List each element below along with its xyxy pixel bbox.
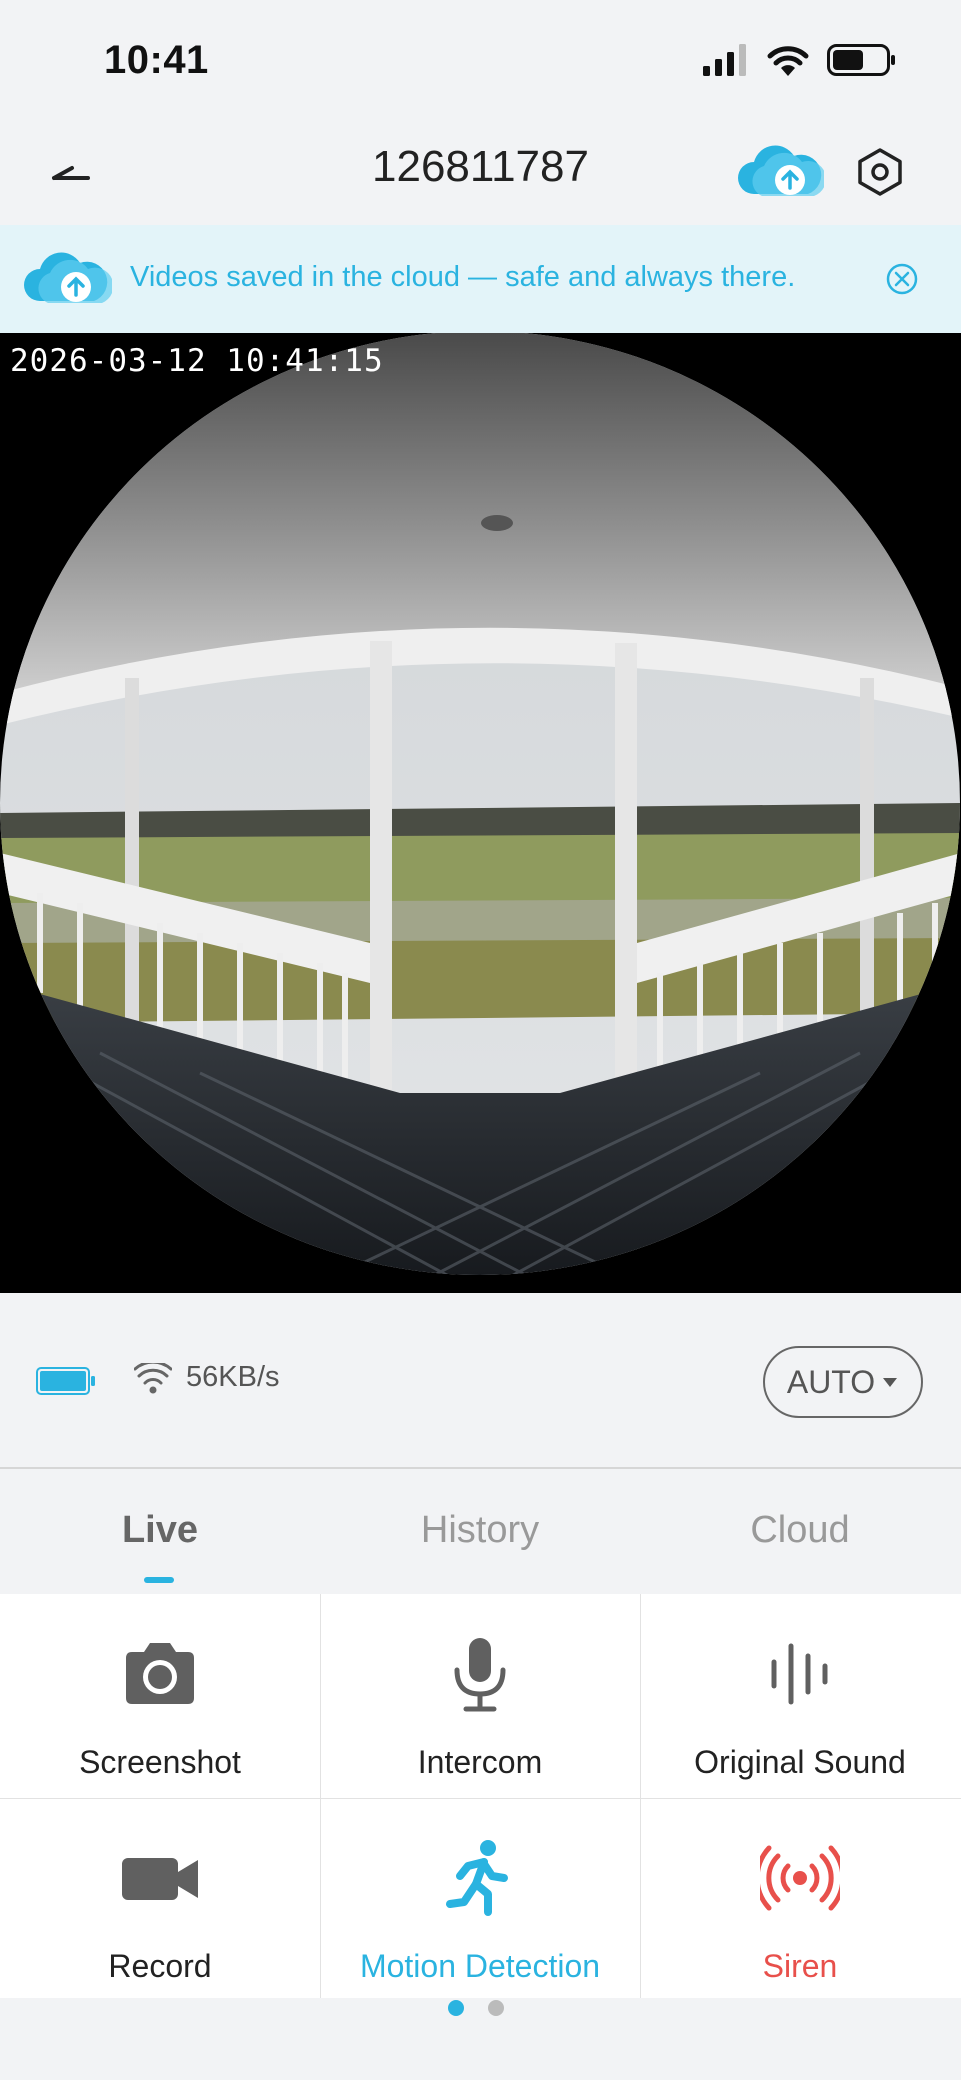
settings-icon[interactable] — [852, 140, 908, 204]
wifi-icon — [767, 46, 809, 76]
control-label: Intercom — [417, 1744, 543, 1780]
control-grid: Screenshot Intercom Original Sound Recor… — [0, 1594, 961, 1998]
control-label: Motion Detection — [359, 1948, 601, 1984]
intercom-button[interactable]: Intercom — [320, 1594, 640, 1798]
cloud-upload-icon[interactable] — [736, 140, 824, 204]
microphone-icon — [454, 1638, 506, 1712]
screenshot-button[interactable]: Screenshot — [0, 1594, 320, 1798]
tab-history[interactable]: History — [320, 1469, 640, 1594]
siren-icon — [760, 1845, 840, 1911]
signal-icon — [703, 44, 746, 76]
tab-cloud[interactable]: Cloud — [640, 1469, 960, 1594]
caret-down-icon — [883, 1378, 898, 1387]
running-person-icon — [446, 1840, 508, 1916]
status-time: 10:41 — [104, 38, 209, 82]
siren-button[interactable]: Siren — [640, 1798, 960, 2002]
page-dot[interactable] — [488, 2000, 504, 2016]
page-indicator — [448, 2000, 504, 2016]
wifi-icon — [134, 1363, 172, 1394]
original-sound-button[interactable]: Original Sound — [640, 1594, 960, 1798]
battery-status-icon — [827, 44, 895, 76]
live-video-feed[interactable]: 2026-03-12 10:41:15 — [0, 333, 961, 1293]
quality-dropdown[interactable]: AUTO — [763, 1346, 923, 1418]
tab-live[interactable]: Live — [0, 1469, 320, 1594]
control-label: Original Sound — [694, 1744, 906, 1780]
control-label: Siren — [762, 1948, 838, 1984]
nav-header: 126811787 — [0, 120, 961, 225]
status-icons — [703, 44, 897, 76]
active-tab-indicator — [144, 1577, 174, 1583]
stream-info-row: 56KB/s AUTO — [0, 1293, 961, 1468]
cloud-promo-banner[interactable]: Videos saved in the cloud — safe and alw… — [0, 225, 961, 333]
motion-detection-button[interactable]: Motion Detection — [320, 1798, 640, 2002]
camera-image — [0, 333, 960, 1275]
control-label: Record — [108, 1948, 212, 1984]
control-label: Screenshot — [79, 1744, 241, 1780]
cloud-upload-icon — [24, 252, 112, 303]
network-speed: 56KB/s — [186, 1361, 280, 1393]
status-bar: 10:41 — [0, 0, 961, 120]
camera-icon — [126, 1643, 194, 1704]
sound-wave-icon — [771, 1643, 828, 1705]
tab-bar: Live History Cloud — [0, 1469, 961, 1594]
banner-text: Videos saved in the cloud — safe and alw… — [130, 261, 796, 293]
video-timestamp: 2026-03-12 10:41:15 — [10, 343, 384, 379]
page-dot[interactable] — [448, 2000, 464, 2016]
record-button[interactable]: Record — [0, 1798, 320, 2002]
battery-icon — [36, 1367, 95, 1395]
video-camera-icon — [122, 1858, 198, 1900]
close-icon[interactable] — [884, 261, 920, 297]
quality-value: AUTO — [786, 1363, 876, 1400]
